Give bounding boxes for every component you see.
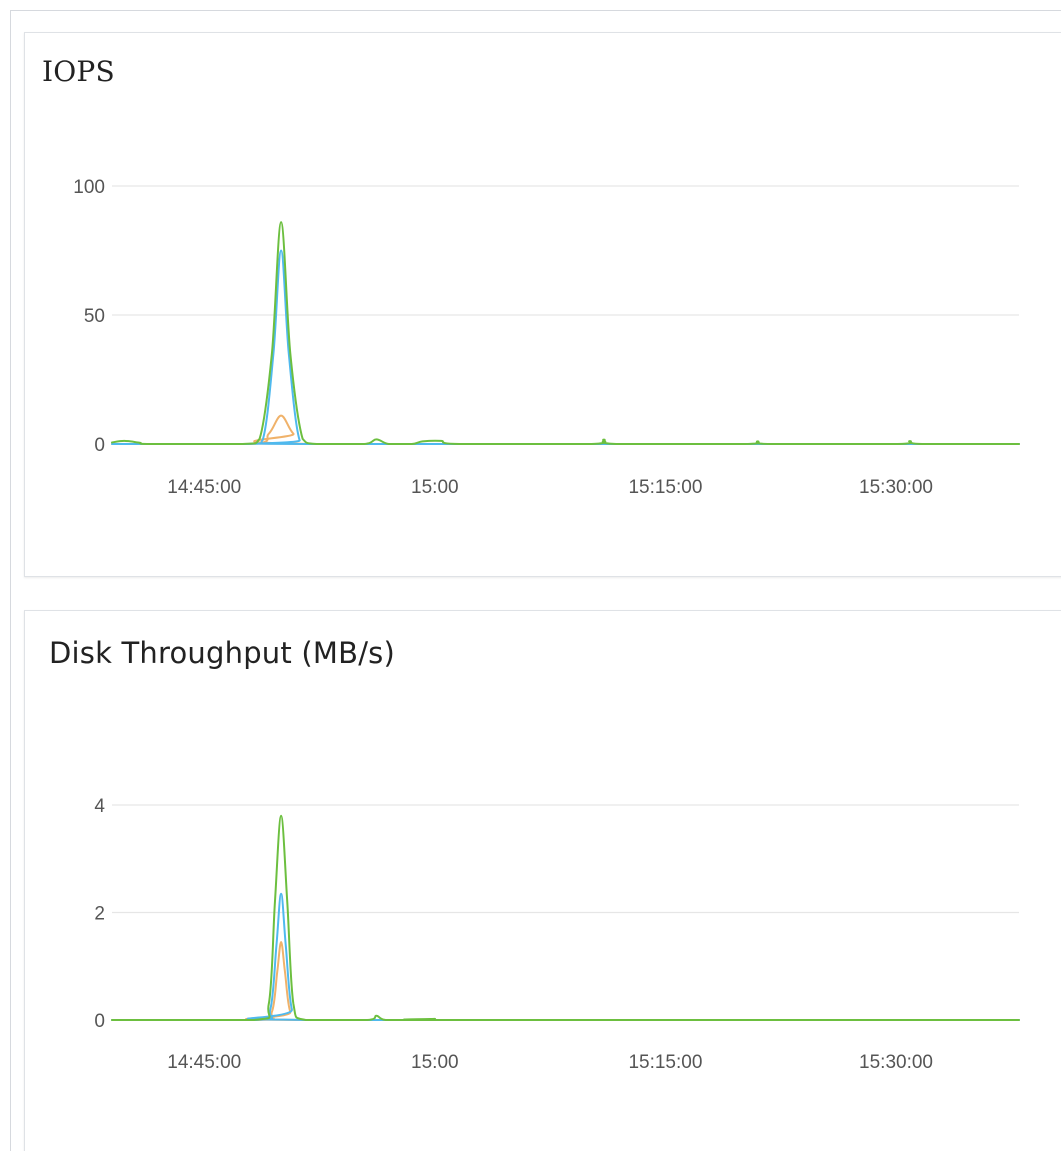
iops-series-write-line bbox=[111, 414, 1020, 446]
throughput-x-tick-label: 14:45:00 bbox=[167, 1052, 241, 1073]
iops-y-tick-label: 50 bbox=[84, 306, 105, 327]
disk-throughput-chart: 0 2 4 14:45:00 15:00 15:15:00 15:30:00 bbox=[94, 796, 1020, 1073]
throughput-y-tick-label: 4 bbox=[94, 796, 105, 817]
iops-y-tick-label: 100 bbox=[73, 177, 105, 198]
throughput-x-tick-label: 15:30:00 bbox=[859, 1052, 933, 1073]
throughput-series-total-line bbox=[111, 814, 1020, 1022]
iops-x-tick-label: 14:45:00 bbox=[167, 477, 241, 498]
iops-chart: 0 50 100 14:45:00 15:00 15:15:00 15:30:00 bbox=[73, 177, 1020, 498]
page: IOPS 0 50 100 14:45:00 15:00 15:15:00 15:30:00… bbox=[0, 0, 1061, 1151]
iops-x-tick-label: 15:00 bbox=[411, 477, 459, 498]
disk-throughput-panel: Disk Throughput (MB/s) 0 2 4 14:45:00 15:00 1… bbox=[24, 610, 1061, 1151]
iops-x-tick-label: 15:15:00 bbox=[628, 477, 702, 498]
iops-x-tick-label: 15:30:00 bbox=[859, 477, 933, 498]
throughput-x-tick-label: 15:15:00 bbox=[628, 1052, 702, 1073]
throughput-y-tick-label: 2 bbox=[94, 904, 105, 925]
throughput-y-tick-label: 0 bbox=[94, 1011, 105, 1032]
iops-series-total-line bbox=[111, 221, 1020, 446]
iops-y-tick-label: 0 bbox=[94, 435, 105, 456]
iops-series-read-line bbox=[111, 249, 1020, 446]
iops-panel: IOPS 0 50 100 14:45:00 15:00 15:15:00 15:30:00 bbox=[24, 32, 1061, 577]
throughput-series-write-line bbox=[111, 941, 1020, 1022]
throughput-x-tick-label: 15:00 bbox=[411, 1052, 459, 1073]
